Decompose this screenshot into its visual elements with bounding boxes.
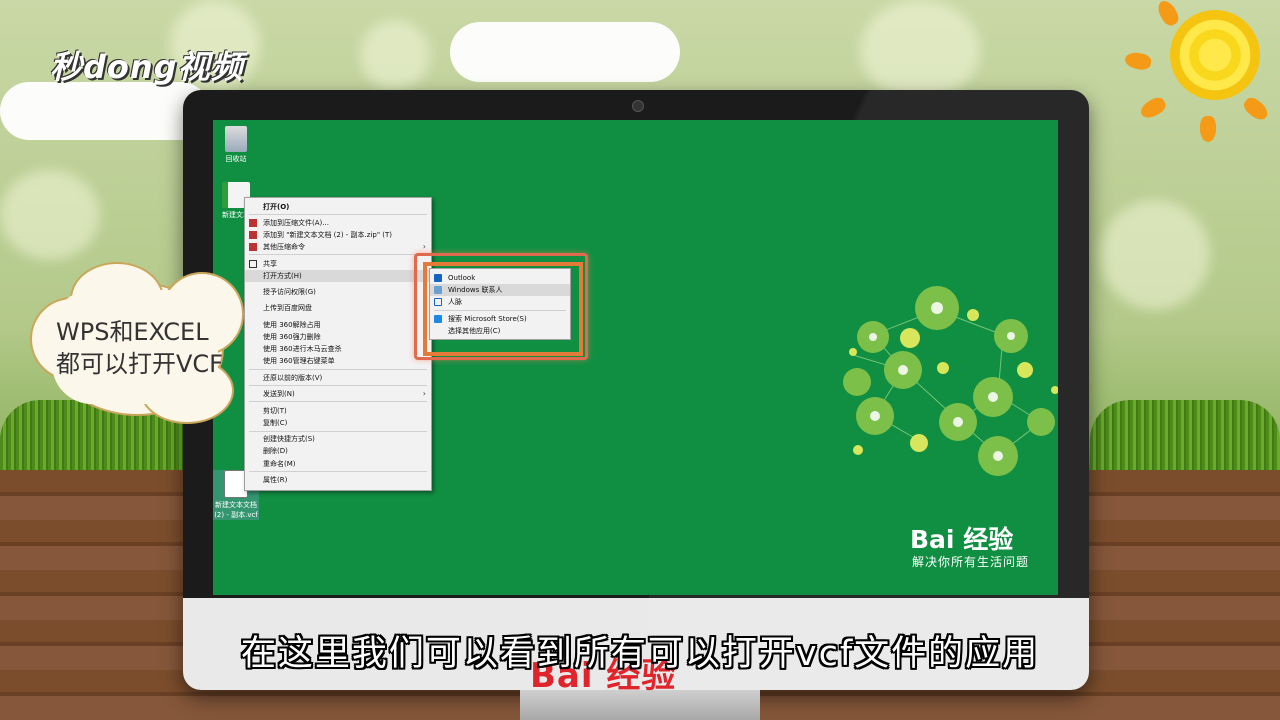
menu-separator: [434, 310, 566, 311]
menu-separator: [249, 369, 427, 370]
bokeh: [860, 0, 980, 100]
menu-item-360-unlock[interactable]: 使用 360解除占用: [245, 319, 431, 331]
menu-item-add-to-zip[interactable]: 添加到 "新建文本文档 (2) - 副本.zip" (T): [245, 229, 431, 241]
bokeh: [360, 20, 430, 90]
cloud: [450, 22, 680, 82]
contacts-icon: [434, 286, 442, 294]
menu-item-360-manage[interactable]: 使用 360管理右键菜单: [245, 355, 431, 367]
menu-item-copy[interactable]: 复制(C): [245, 417, 431, 429]
open-with-submenu: Outlook Windows 联系人 人脉 搜索 Microsoft Stor…: [429, 268, 571, 340]
menu-separator: [249, 471, 427, 472]
sun-icon: [1170, 10, 1260, 100]
outlook-icon: [434, 274, 442, 282]
menu-item-send-to[interactable]: 发送到(N) ›: [245, 388, 431, 400]
menu-item-other-compress[interactable]: 其他压缩命令 ›: [245, 241, 431, 253]
chevron-right-icon: ›: [422, 242, 426, 251]
bokeh: [1100, 200, 1210, 310]
menu-separator: [249, 254, 427, 255]
context-menu: 打开(O) 添加到压缩文件(A)... 添加到 "新建文本文档 (2) - 副本…: [244, 197, 432, 491]
winrar-icon: [249, 243, 257, 251]
menu-item-360-delete[interactable]: 使用 360强力删除: [245, 331, 431, 343]
menu-separator: [249, 401, 427, 402]
menu-item-properties[interactable]: 属性(R): [245, 474, 431, 486]
winrar-icon: [249, 219, 257, 227]
video-logo: 秒dong视频: [50, 48, 244, 86]
bokeh: [0, 170, 100, 260]
callout-text: WPS和EXCEL 都可以打开VCF: [56, 316, 223, 380]
menu-item-grant-access[interactable]: 授予访问权限(G) ›: [245, 286, 431, 298]
callout-line-2: 都可以打开VCF: [56, 350, 223, 378]
menu-item-rename[interactable]: 重命名(M): [245, 458, 431, 470]
desktop-icon-recycle-bin[interactable]: 回收站: [213, 126, 259, 164]
menu-item-share[interactable]: 共享: [245, 258, 431, 270]
screen-baidu-tagline: 解决你所有生活问题: [912, 555, 1030, 569]
people-icon: [434, 298, 442, 306]
menu-item-add-to-archive[interactable]: 添加到压缩文件(A)...: [245, 217, 431, 229]
menu-item-360-scan[interactable]: 使用 360进行木马云查杀: [245, 343, 431, 355]
menu-item-open[interactable]: 打开(O): [245, 201, 431, 213]
screen-baidu-logo: Bai 经验: [910, 525, 1014, 554]
menu-item-cut[interactable]: 剪切(T): [245, 405, 431, 417]
menu-item-restore-versions[interactable]: 还原以前的版本(V): [245, 372, 431, 384]
menu-item-create-shortcut[interactable]: 创建快捷方式(S): [245, 433, 431, 445]
cloud: [0, 82, 210, 140]
desktop-icon-label: 新建文本文档 (2) - 副本.vcf: [214, 501, 258, 519]
menu-separator: [249, 214, 427, 215]
menu-separator: [249, 385, 427, 386]
webcam-icon: [632, 100, 644, 112]
menu-item-open-with[interactable]: 打开方式(H) ›: [245, 270, 431, 282]
menu-item-upload-baidu[interactable]: 上传到百度网盘: [245, 302, 431, 314]
store-icon: [434, 315, 442, 323]
menu-separator: [249, 431, 427, 432]
recycle-bin-icon: [225, 126, 247, 152]
submenu-item-choose-other-app[interactable]: 选择其他应用(C): [430, 325, 570, 337]
sun-ray: [1200, 116, 1216, 142]
submenu-item-search-store[interactable]: 搜索 Microsoft Store(S): [430, 313, 570, 325]
submenu-item-people[interactable]: 人脉: [430, 296, 570, 308]
video-subtitle: 在这里我们可以看到所有可以打开vcf文件的应用: [240, 634, 1040, 674]
grass: [1090, 400, 1280, 470]
desktop-icon-label: 回收站: [225, 155, 247, 163]
callout-line-1: WPS和EXCEL: [56, 318, 209, 346]
menu-item-delete[interactable]: 删除(D): [245, 445, 431, 457]
chevron-right-icon: ›: [422, 389, 426, 398]
submenu-item-outlook[interactable]: Outlook: [430, 272, 570, 284]
submenu-item-windows-contacts[interactable]: Windows 联系人: [430, 284, 570, 296]
share-icon: [249, 260, 257, 268]
winrar-icon: [249, 231, 257, 239]
